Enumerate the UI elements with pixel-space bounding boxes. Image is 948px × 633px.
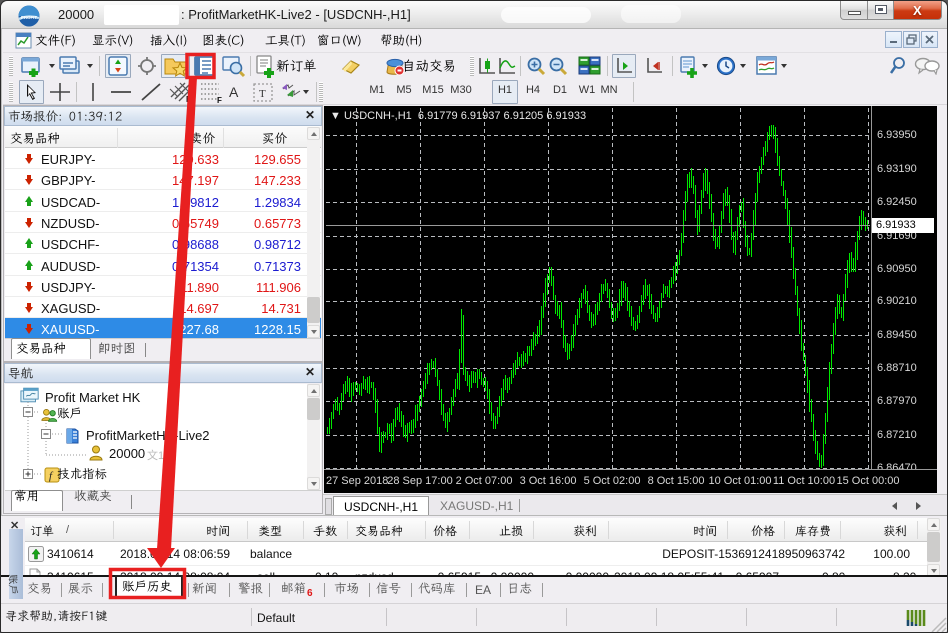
svg-text:T: T [259,88,266,100]
svg-text:F: F [217,96,222,104]
svg-text:E: E [186,95,192,104]
svg-text:PROFIT: PROFIT [21,15,37,20]
